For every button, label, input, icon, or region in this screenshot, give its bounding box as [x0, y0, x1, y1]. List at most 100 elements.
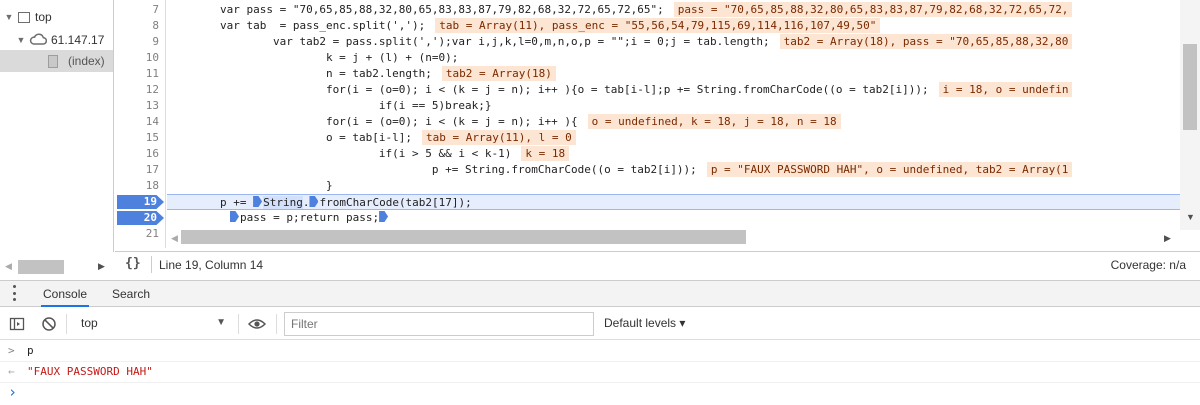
code-line[interactable]: var tab2 = pass.split(',');var i,j,k,l=0…	[167, 34, 1180, 50]
code-line[interactable]: for(i = (o=0); i < (k = j = n); i++ ){o …	[167, 82, 1180, 98]
console-output[interactable]: > p ← "FAUX PASSWORD HAH" ›	[0, 341, 1200, 405]
scrollbar-thumb[interactable]	[1183, 44, 1197, 130]
scroll-left-arrow-icon[interactable]: ◀	[5, 261, 12, 272]
line-number[interactable]: 8	[115, 18, 159, 34]
divider	[276, 314, 277, 334]
console-prompt-row[interactable]: ›	[0, 383, 1200, 404]
code-line[interactable]: if(i == 5)break;}	[167, 98, 1180, 114]
line-number[interactable]: 9	[115, 34, 159, 50]
inline-variable-value: p = "FAUX PASSWORD HAH", o = undefined, …	[706, 162, 1073, 177]
execution-pointer-icon[interactable]	[230, 211, 239, 222]
tab-console[interactable]: Console	[41, 281, 90, 307]
sidebar-toggle-icon[interactable]	[9, 316, 25, 335]
code-text[interactable]: for(i = (o=0); i < (k = j = n); i++ ){o …	[167, 83, 929, 96]
frame-icon	[18, 11, 30, 23]
code-line[interactable]: var pass = "70,65,85,88,32,80,65,83,83,8…	[167, 2, 1180, 18]
code-text[interactable]: var pass = "70,65,85,88,32,80,65,83,83,8…	[167, 3, 664, 16]
tree-item-domain[interactable]: ▼ 61.147.17	[0, 29, 113, 51]
code-text[interactable]: for(i = (o=0); i < (k = j = n); i++ ){	[167, 115, 578, 128]
code-text[interactable]: }	[167, 179, 333, 192]
tree-item-index-file[interactable]: (index)	[0, 50, 113, 72]
line-number[interactable]: 16	[115, 146, 159, 162]
line-number[interactable]: 17	[115, 162, 159, 178]
clear-console-icon[interactable]	[41, 316, 57, 335]
line-number[interactable]: 10	[115, 50, 159, 66]
code-text[interactable]: var tab2 = pass.split(',');var i,j,k,l=0…	[167, 35, 770, 48]
navigator-horizontal-scrollbar[interactable]: ◀ ▶	[0, 256, 114, 278]
scroll-down-arrow-icon[interactable]: ▼	[1186, 212, 1195, 222]
scroll-right-arrow-icon[interactable]: ▶	[1164, 233, 1171, 244]
code-line[interactable]: o = tab[i-l]; tab = Array(11), l = 0	[167, 130, 1180, 146]
scroll-right-arrow-icon[interactable]: ▶	[98, 261, 105, 272]
line-number[interactable]: 7	[115, 2, 159, 18]
scroll-left-arrow-icon[interactable]: ◀	[171, 233, 178, 244]
line-number-gutter[interactable]: 7 8 9 10 11 12 13 14 15 16 17 18 19 20 2…	[115, 0, 166, 248]
inline-variable-value: i = 18, o = undefin	[938, 82, 1073, 97]
code-line[interactable]: pass = p;return pass;	[167, 210, 1180, 226]
execution-pointer-icon[interactable]	[379, 211, 389, 222]
code-line[interactable]: for(i = (o=0); i < (k = j = n); i++ ){o …	[167, 114, 1180, 130]
line-number-breakpoint[interactable]: 20	[144, 210, 157, 226]
code-text[interactable]: .	[303, 196, 310, 209]
code-line[interactable]: p += String.fromCharCode((o = tab2[i]));…	[167, 162, 1180, 178]
code-line[interactable]: var tab = pass_enc.split(','); tab = Arra…	[167, 18, 1180, 34]
inline-variable-value: k = 18	[521, 146, 570, 161]
context-value: top	[81, 316, 98, 330]
line-number[interactable]: 13	[115, 98, 159, 114]
line-number[interactable]: 14	[115, 114, 159, 130]
line-number[interactable]: 11	[115, 66, 159, 82]
code-line[interactable]: }	[167, 178, 1180, 194]
code-text[interactable]: p +=	[167, 196, 253, 209]
expand-triangle-icon[interactable]: ▼	[16, 35, 26, 45]
cursor-position: Line 19, Column 14	[159, 258, 264, 272]
code-lines[interactable]: var pass = "70,65,85,88,32,80,65,83,83,8…	[167, 0, 1180, 230]
code-text[interactable]: p += String.fromCharCode((o = tab2[i]));	[167, 163, 697, 176]
context-select[interactable]: top ▼	[72, 312, 234, 334]
eye-icon[interactable]	[247, 316, 267, 335]
coverage-status: Coverage: n/a	[1110, 258, 1186, 272]
line-number[interactable]: 18	[115, 178, 159, 194]
editor-horizontal-scrollbar[interactable]: ◀ ▶	[167, 230, 1180, 248]
console-input-row: > p	[0, 341, 1200, 362]
cloud-icon	[29, 33, 48, 48]
divider	[238, 314, 239, 334]
dropdown-arrow-icon[interactable]: ▼	[216, 312, 226, 334]
line-number-breakpoint[interactable]: 19	[144, 194, 157, 210]
scrollbar-thumb[interactable]	[181, 230, 746, 244]
scrollbar-thumb[interactable]	[18, 260, 64, 274]
execution-pointer-icon[interactable]	[309, 196, 319, 207]
line-number[interactable]: 12	[115, 82, 159, 98]
tab-search[interactable]: Search	[110, 281, 152, 307]
code-text[interactable]: fromCharCode(tab2[17]);	[319, 196, 471, 209]
code-text[interactable]: String	[263, 196, 303, 209]
tree-item-top[interactable]: ▼ top	[0, 6, 113, 28]
current-execution-line[interactable]: p += String. fromCharCode(tab2[17]);	[167, 194, 1180, 210]
code-text[interactable]: if(i > 5 && i < k-1)	[167, 147, 511, 160]
code-line[interactable]: n = tab2.length; tab2 = Array(18)	[167, 66, 1180, 82]
code-text[interactable]: n = tab2.length;	[167, 67, 432, 80]
editor-status-bar: {} Line 19, Column 14 Coverage: n/a	[115, 251, 1200, 276]
code-editor[interactable]: 7 8 9 10 11 12 13 14 15 16 17 18 19 20 2…	[115, 0, 1200, 248]
line-number[interactable]: 21	[115, 226, 159, 242]
code-line[interactable]: k = j + (l) + (n=0);	[167, 50, 1180, 66]
expand-triangle-icon[interactable]: ▼	[4, 12, 14, 22]
code-line[interactable]: if(i > 5 && i < k-1) k = 18	[167, 146, 1180, 162]
code-text[interactable]: if(i == 5)break;}	[167, 99, 492, 112]
result-arrow-icon: ←	[8, 365, 15, 378]
editor-vertical-scrollbar[interactable]: ▼	[1180, 0, 1200, 230]
tree-item-label: 61.147.17	[51, 33, 105, 47]
drawer-menu-icon[interactable]	[13, 285, 17, 301]
inline-variable-value: pass = "70,65,85,88,32,80,65,83,83,87,79…	[673, 2, 1073, 17]
inline-variable-value: tab2 = Array(18)	[441, 66, 556, 81]
execution-pointer-icon[interactable]	[253, 196, 263, 207]
filter-input[interactable]	[284, 312, 594, 336]
code-text[interactable]: o = tab[i-l];	[167, 131, 412, 144]
code-text[interactable]: k = j + (l) + (n=0);	[167, 51, 458, 64]
pretty-print-button[interactable]: {}	[125, 256, 141, 271]
log-levels-dropdown[interactable]: Default levels ▾	[604, 316, 685, 330]
code-text[interactable]: var tab = pass_enc.split(',');	[167, 19, 425, 32]
code-text[interactable]: pass = p;return pass;	[240, 211, 379, 224]
divider	[151, 256, 152, 273]
line-number[interactable]: 15	[115, 130, 159, 146]
inline-variable-value: tab = Array(11), l = 0	[422, 130, 576, 145]
